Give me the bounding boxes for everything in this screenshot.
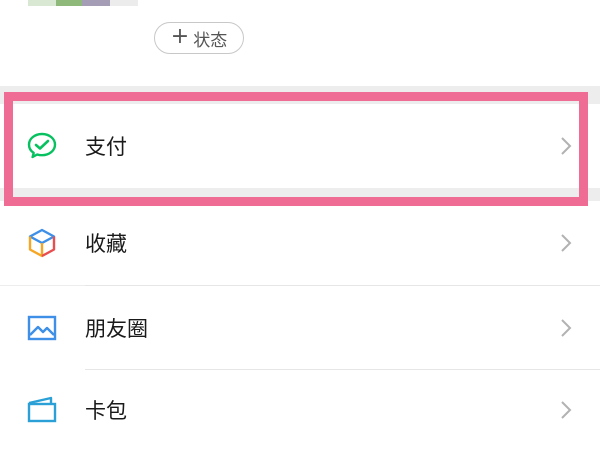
chevron-right-icon — [558, 231, 574, 255]
profile-card: + 状态 — [0, 0, 600, 86]
wechat-pay-icon — [26, 130, 58, 162]
image-icon — [26, 312, 58, 344]
menu-item-payment[interactable]: 支付 — [0, 104, 600, 188]
menu-item-favorites[interactable]: 收藏 — [0, 201, 600, 285]
menu-item-cards[interactable]: 卡包 — [0, 370, 600, 450]
chevron-right-icon — [558, 316, 574, 340]
menu-item-moments-label: 朋友圈 — [85, 317, 148, 341]
wechat-me-page: + 状态 支付 收藏 朋友圈 卡包 — [0, 0, 600, 450]
section-separator — [0, 188, 600, 201]
add-status-button[interactable]: + 状态 — [154, 22, 244, 54]
chevron-right-icon — [558, 134, 574, 158]
menu-item-moments[interactable]: 朋友圈 — [0, 286, 600, 370]
menu-item-favorites-label: 收藏 — [85, 232, 127, 256]
card-wallet-icon — [26, 394, 58, 426]
plus-icon: + — [170, 24, 190, 49]
cube-icon — [26, 227, 58, 259]
menu-item-cards-label: 卡包 — [85, 399, 127, 423]
chevron-right-icon — [558, 398, 574, 422]
avatar-bottom-strip — [28, 0, 138, 6]
status-button-label: 状态 — [193, 30, 228, 51]
menu-item-payment-label: 支付 — [85, 135, 127, 159]
